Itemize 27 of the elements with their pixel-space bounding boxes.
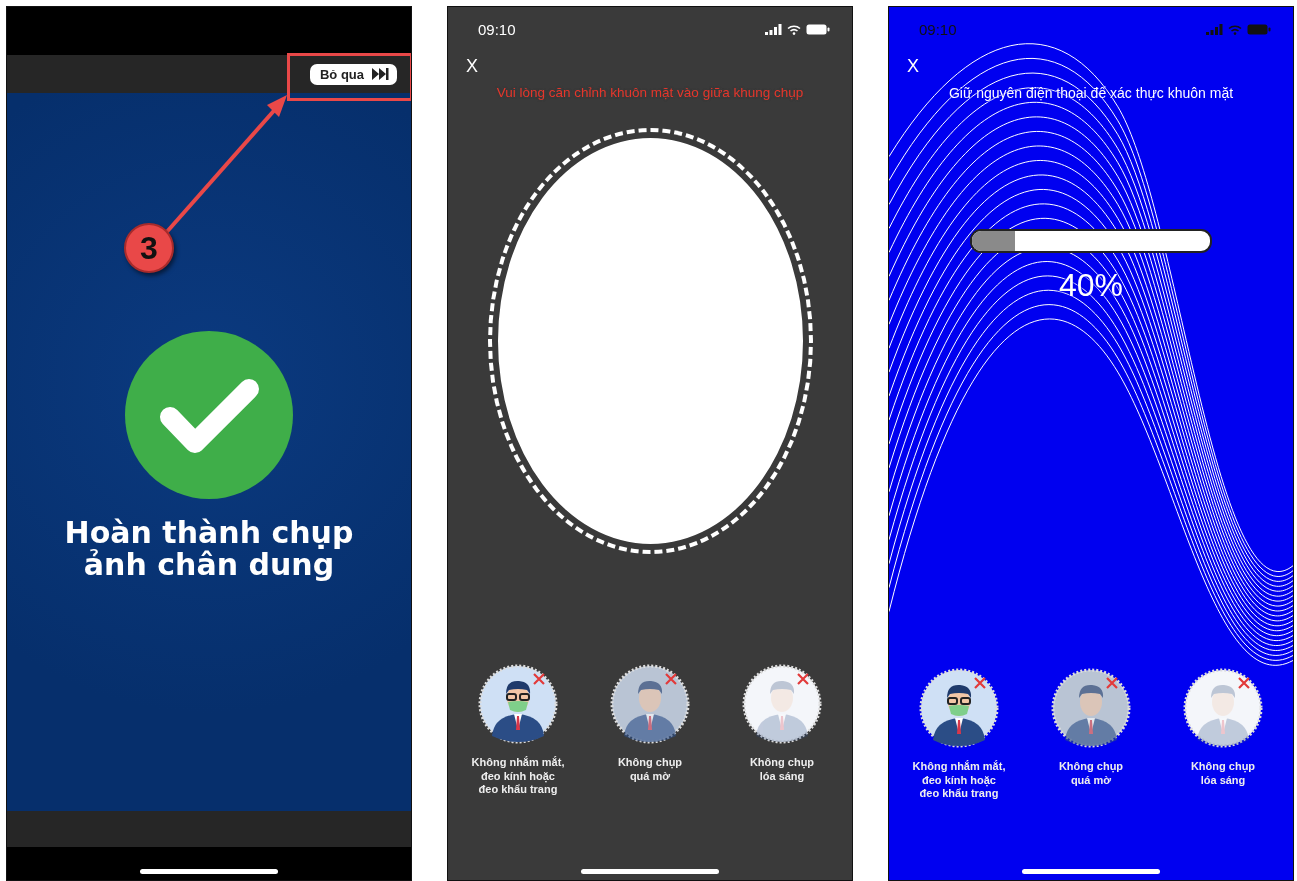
tip-label: Không chụp lóa sáng xyxy=(1189,760,1257,787)
cross-icon xyxy=(532,672,546,687)
signal-icon xyxy=(1206,24,1223,35)
tip-label: Không chụp quá mờ xyxy=(1057,760,1125,787)
tip-label: Không chụp quá mờ xyxy=(616,756,684,783)
battery-icon xyxy=(806,24,830,35)
skip-button[interactable]: Bỏ qua xyxy=(309,63,397,85)
close-button[interactable]: X xyxy=(466,56,478,77)
signal-icon xyxy=(765,24,782,35)
wifi-icon xyxy=(787,24,801,35)
battery-icon xyxy=(1247,24,1271,35)
instruction-text: Vui lòng căn chỉnh khuôn mặt vào giữa khung chụp xyxy=(495,85,805,100)
cross-icon xyxy=(1237,676,1251,691)
close-button[interactable]: X xyxy=(907,56,919,77)
skip-forward-icon xyxy=(372,68,389,80)
tip-label: Không nhắm mắt, đeo kính hoặc đeo khẩu trang xyxy=(911,760,1007,800)
cross-icon xyxy=(1105,676,1119,691)
status-time: 09:10 xyxy=(919,21,957,38)
tip-label: Không nhắm mắt, đeo kính hoặc đeo khẩu trang xyxy=(470,756,566,796)
completion-title: Hoàn thành chụp ảnh chân dung xyxy=(64,517,354,580)
cross-icon xyxy=(973,676,987,691)
cross-icon xyxy=(796,672,810,687)
status-time: 09:10 xyxy=(478,21,516,38)
wifi-icon xyxy=(1228,24,1242,35)
success-check-icon xyxy=(125,331,293,499)
tip-label: Không chụp lóa sáng xyxy=(748,756,816,783)
cross-icon xyxy=(664,672,678,687)
